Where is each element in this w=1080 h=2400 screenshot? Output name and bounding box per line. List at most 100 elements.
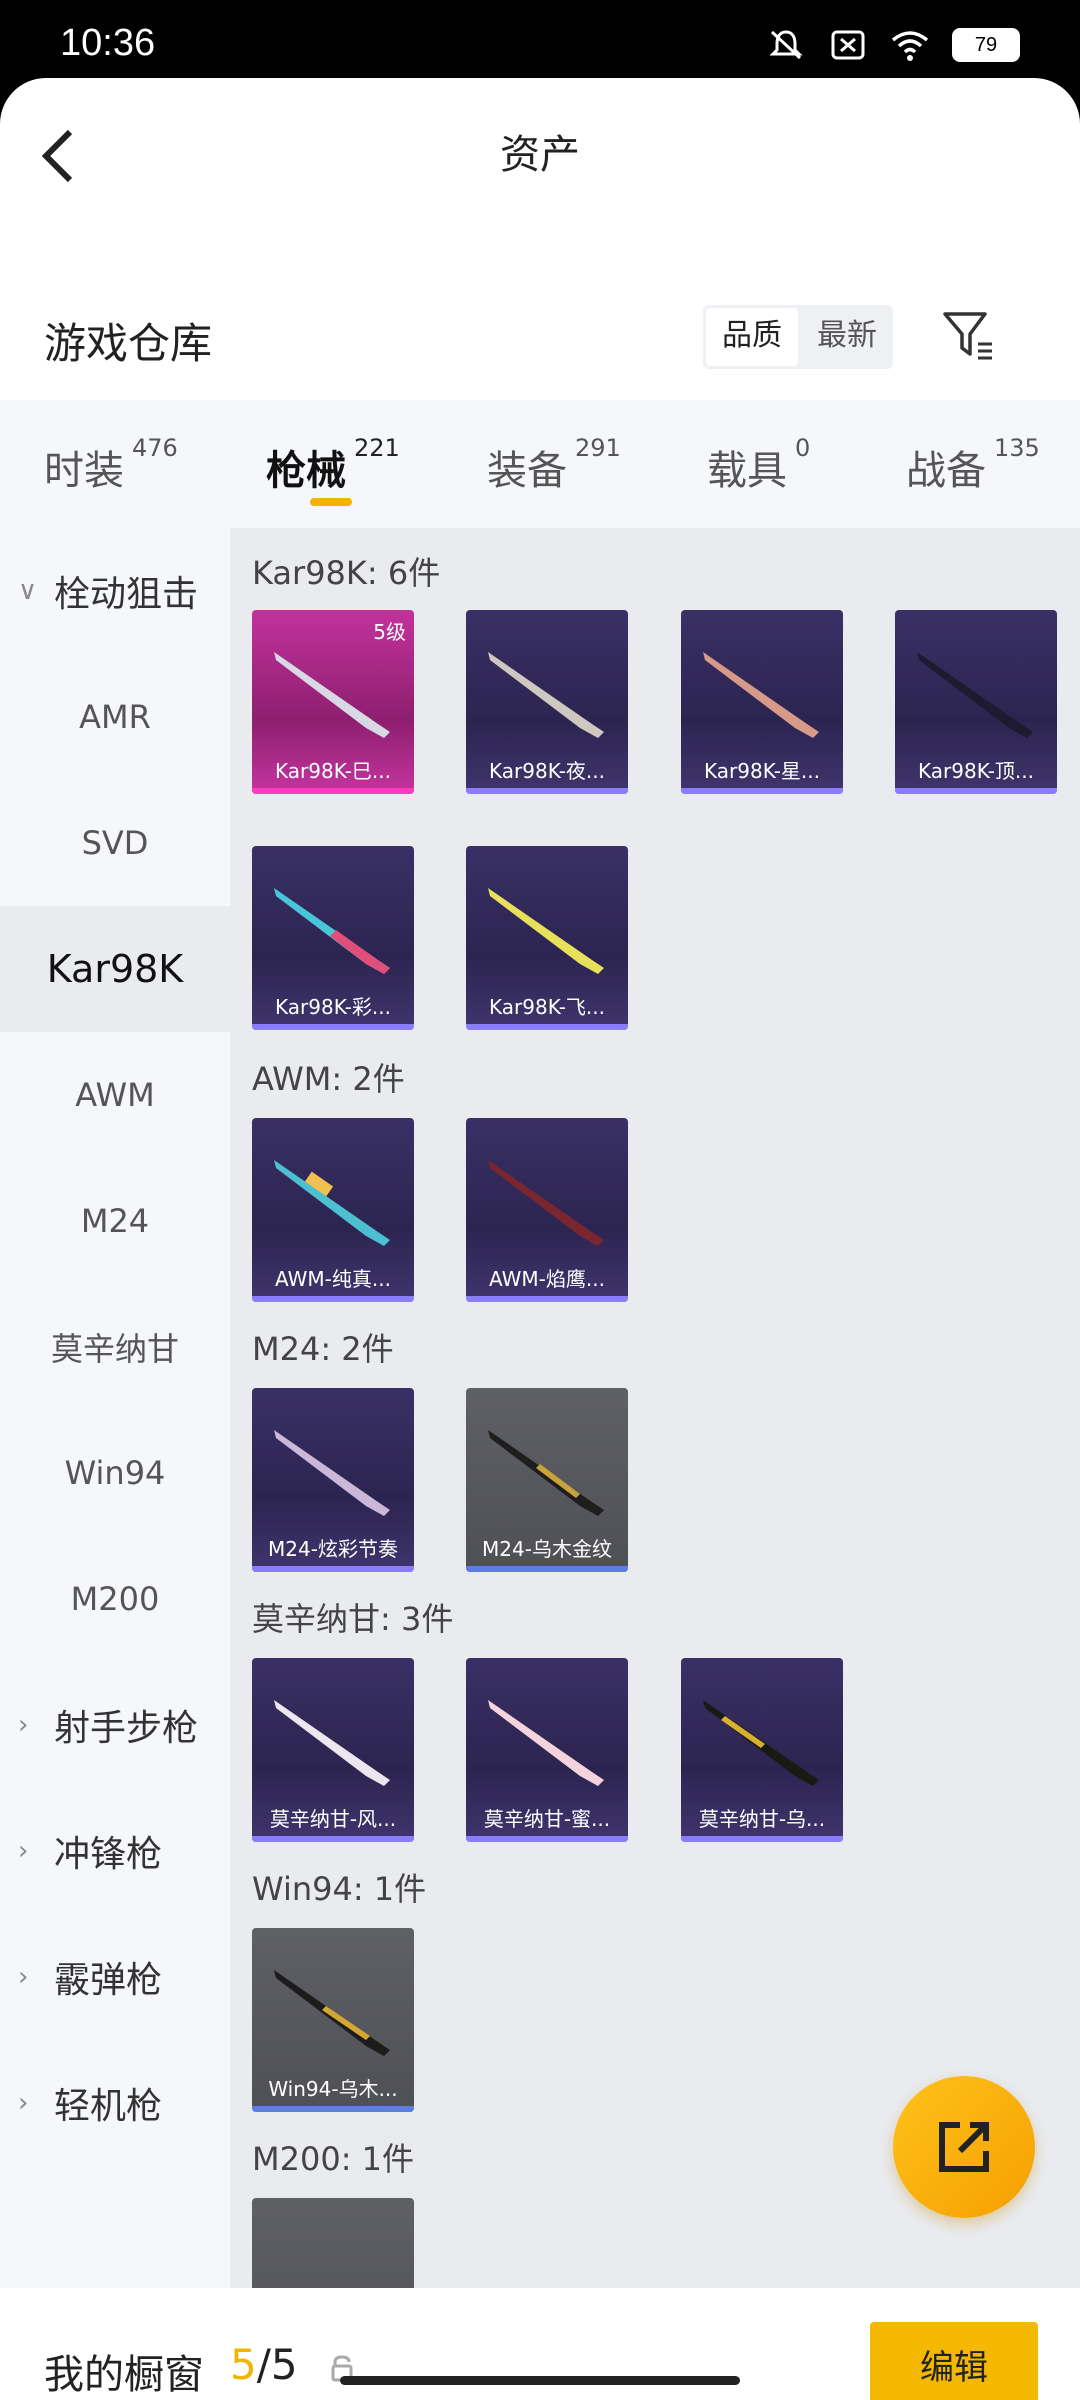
item-name: Kar98K-彩... (275, 995, 391, 1019)
sidebar-group-label: 轻机枪 (54, 2086, 163, 2127)
rifle-icon (274, 1970, 390, 2056)
item-card[interactable]: 莫辛纳甘-风... (252, 1658, 414, 1842)
showcase-label: 我的橱窗 (44, 2352, 204, 2398)
sidebar-group-marksman[interactable]: › 射手步枪 (0, 1662, 230, 1788)
item-card[interactable]: Kar98K-彩... (252, 846, 414, 1030)
tab-label: 载具 (707, 448, 787, 494)
sidebar-item-awm[interactable]: AWM (0, 1032, 230, 1158)
tab-count: 221 (354, 434, 400, 462)
rifle-icon (488, 652, 604, 738)
item-card[interactable]: Kar98K-星... (681, 610, 843, 794)
sidebar-group-label: 霰弹枪 (54, 1960, 163, 2001)
page-title: 资产 (500, 132, 580, 178)
item-card[interactable]: 莫辛纳甘-乌... (681, 1658, 843, 1842)
sidebar-item-kar98k[interactable]: Kar98K (0, 906, 230, 1032)
item-card[interactable]: Win94-乌木... (252, 1928, 414, 2112)
item-name: Kar98K-顶... (918, 759, 1034, 783)
tab-label: 装备 (487, 448, 567, 494)
tab-supplies[interactable]: 战备 135 (906, 434, 1040, 496)
sidebar-item-mosin[interactable]: 莫辛纳甘 (0, 1284, 230, 1410)
item-name: AWM-焰鹰... (489, 1267, 605, 1291)
item-card[interactable]: M24-炫彩节奏 (252, 1388, 414, 1572)
sidebar-group-shotgun[interactable]: › 霰弹枪 (0, 1914, 230, 2040)
sidebar-group-label: 射手步枪 (54, 1708, 199, 1749)
showcase-total: /5 (256, 2340, 298, 2389)
chevron-right-icon: › (18, 2088, 29, 2118)
rifle-icon (488, 888, 604, 974)
item-grid: Kar98K: 6件 5级 Kar98K-巳... Kar98K-夜... Ka… (230, 528, 1080, 2288)
chevron-down-icon: ∨ (18, 576, 38, 606)
sidebar-item-win94[interactable]: Win94 (0, 1410, 230, 1536)
sidebar-group-smg[interactable]: › 冲锋枪 (0, 1788, 230, 1914)
item-card[interactable]: Kar98K-飞... (466, 846, 628, 1030)
group-title-awm: AWM: 2件 (252, 1060, 405, 1098)
showcase-count: 5/5 (230, 2340, 298, 2389)
chevron-right-icon: › (18, 1836, 29, 1866)
sidebar-group-lmg[interactable]: › 轻机枪 (0, 2040, 230, 2166)
header: 资产 (0, 78, 1080, 228)
group-title-kar98k: Kar98K: 6件 (252, 554, 441, 592)
item-card[interactable]: Kar98K-顶... (895, 610, 1057, 794)
item-name: 莫辛纳甘-蜜... (483, 1807, 611, 1831)
item-name: Kar98K-巳... (275, 759, 391, 783)
status-icons: 79 (766, 28, 1020, 62)
tab-fashion[interactable]: 时装 476 (44, 434, 178, 496)
filter-icon[interactable] (942, 310, 994, 362)
item-card[interactable]: 5级 Kar98K-巳... (252, 610, 414, 794)
tab-equipment[interactable]: 装备 291 (487, 434, 621, 496)
rifle-icon (703, 1700, 819, 1786)
tab-firearms[interactable]: 枪械 221 (266, 434, 400, 496)
rifle-icon (274, 1430, 390, 1516)
item-card[interactable]: Kar98K-夜... (466, 610, 628, 794)
sort-toggle: 品质 最新 (703, 305, 893, 369)
sidebar-group-bolt-action[interactable]: ∨ 栓动狙击 (0, 528, 230, 654)
item-name: Kar98K-飞... (489, 995, 605, 1019)
rifle-icon (703, 652, 819, 738)
warehouse-title: 游戏仓库 (44, 319, 213, 368)
item-card[interactable]: 莫辛纳甘-蜜... (466, 1658, 628, 1842)
item-card[interactable]: AWM-焰鹰... (466, 1118, 628, 1302)
item-card[interactable]: AWM-纯真... (252, 1118, 414, 1302)
group-title-mosin: 莫辛纳甘: 3件 (252, 1600, 454, 1638)
sort-newest-button[interactable]: 最新 (801, 305, 893, 369)
mute-icon (769, 30, 803, 60)
weapon-type-sidebar: ∨ 栓动狙击 AMR SVD Kar98K AWM M24 莫辛纳甘 Win94 … (0, 528, 230, 2288)
battery-icon: 79 (952, 28, 1020, 62)
rifle-icon (274, 1160, 390, 1246)
tab-vehicles[interactable]: 载具 0 (707, 434, 810, 496)
sidebar-item-m200[interactable]: M200 (0, 1536, 230, 1662)
tab-count: 135 (994, 434, 1040, 462)
group-title-m24: M24: 2件 (252, 1330, 394, 1368)
tab-label: 时装 (44, 448, 124, 494)
sort-quality-button[interactable]: 品质 (706, 308, 798, 366)
edit-button[interactable]: 编辑 (870, 2322, 1038, 2400)
tab-count: 476 (132, 434, 178, 462)
item-name: 莫辛纳甘-乌... (698, 1807, 826, 1831)
item-name: Kar98K-星... (704, 759, 820, 783)
sidebar-item-amr[interactable]: AMR (0, 654, 230, 780)
group-title-m200: M200: 1件 (252, 2140, 415, 2178)
tab-label: 枪械 (266, 448, 346, 494)
sidebar-item-svd[interactable]: SVD (0, 780, 230, 906)
item-name: Kar98K-夜... (489, 759, 605, 783)
sidebar-group-label: 栓动狙击 (54, 574, 199, 615)
rifle-icon (488, 1700, 604, 1786)
showcase-current: 5 (230, 2340, 257, 2389)
item-name: M24-乌木金纹 (482, 1537, 612, 1561)
category-tabs: 时装 476 枪械 221 装备 291 载具 0 战备 135 (0, 400, 1080, 528)
share-button[interactable] (893, 2076, 1035, 2218)
rifle-icon (274, 888, 390, 974)
tab-label: 战备 (906, 448, 986, 494)
sidebar-group-label: 冲锋枪 (54, 1834, 163, 1875)
item-card[interactable]: M24-乌木金纹 (466, 1388, 628, 1572)
active-tab-indicator (310, 498, 352, 506)
home-indicator[interactable] (340, 2376, 740, 2385)
rifle-icon (488, 1160, 604, 1246)
item-name: M24-炫彩节奏 (268, 1537, 398, 1561)
sidebar-item-m24[interactable]: M24 (0, 1158, 230, 1284)
item-name: Win94-乌木... (268, 2077, 398, 2101)
rifle-icon (488, 1430, 604, 1516)
item-card[interactable] (252, 2198, 414, 2288)
wifi-icon (891, 31, 929, 61)
status-bar: 10:36 79 (0, 0, 1080, 80)
